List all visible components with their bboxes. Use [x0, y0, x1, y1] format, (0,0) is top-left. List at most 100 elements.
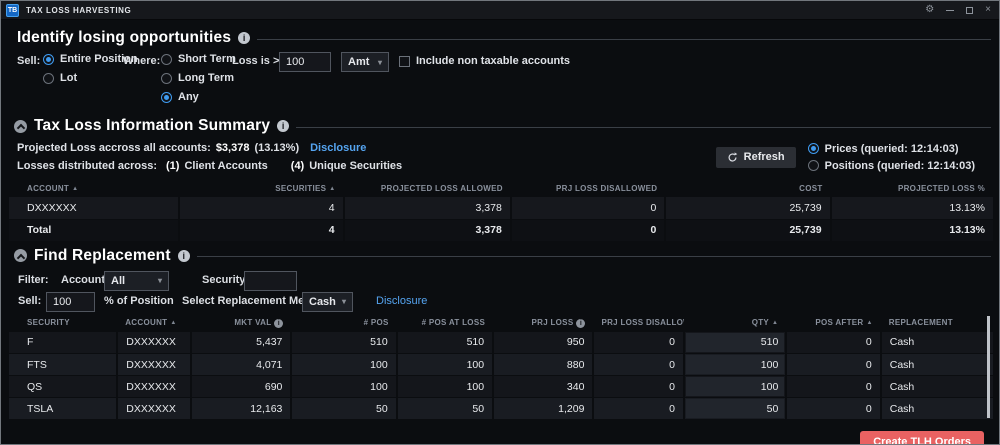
col-securities[interactable]: SECURITIES▲ [179, 180, 343, 197]
qty-input[interactable] [686, 399, 784, 418]
table-row[interactable]: F DXXXXXX 5,437 510 510 950 0 0 Cash [9, 332, 993, 354]
radio-label: Prices (queried: 12:14:03) [825, 143, 959, 155]
replacement-table-container: SECURITY ACCOUNT▲ MKT VALi # POS # POS A… [1, 314, 999, 421]
col-pos-after[interactable]: POS AFTER▲ [786, 314, 880, 332]
loss-threshold-input[interactable] [279, 52, 331, 72]
vertical-scrollbar[interactable] [987, 316, 990, 419]
pct-of-position-label: % of Position [104, 295, 174, 307]
radio-any[interactable]: Any [161, 91, 199, 103]
col-num-pos[interactable]: # POS [291, 314, 396, 332]
cell-pos-after: 0 [786, 332, 880, 354]
radio-prices-queried[interactable]: Prices (queried: 12:14:03) [808, 143, 975, 155]
cell-security: F [9, 332, 117, 354]
loss-unit-value: Amt [348, 56, 369, 68]
cell-account: DXXXXXX [117, 398, 191, 420]
col-label: PRJ LOSS DISALLOWED [601, 318, 684, 327]
table-row[interactable]: QS DXXXXXX 690 100 100 340 0 0 Cash [9, 376, 993, 398]
replacement-method-select[interactable]: Cash ▾ [302, 292, 353, 312]
cell-prj-loss-disallowed: 0 [511, 197, 665, 219]
col-label: PRJ LOSS [531, 318, 573, 327]
replacement-disclosure-link[interactable]: Disclosure [376, 295, 427, 307]
col-prj-loss-disallowed[interactable]: PRJ LOSS DISALLOWEDi [593, 314, 684, 332]
col-replacement[interactable]: REPLACEMENT [881, 314, 993, 332]
summary-section-header: Tax Loss Information Summary i [1, 117, 999, 135]
col-label: POS AFTER [815, 318, 863, 327]
qty-input[interactable] [686, 377, 784, 396]
cell-qty [684, 398, 786, 420]
app-logo: TB [6, 4, 19, 17]
projected-loss-line: Projected Loss accross all accounts: $3,… [17, 142, 402, 154]
accounts-select[interactable]: All ▾ [104, 271, 169, 291]
col-prj-loss[interactable]: PRJ LOSSi [493, 314, 593, 332]
cell-projected-loss-pct-total: 13.13% [831, 219, 993, 241]
divider [296, 127, 991, 128]
info-icon[interactable]: i [576, 319, 585, 328]
col-label: SECURITIES [275, 184, 326, 193]
col-security[interactable]: SECURITY [9, 314, 117, 332]
collapse-chevron-icon[interactable] [14, 120, 27, 133]
replacement-info-icon[interactable]: i [178, 250, 190, 262]
sell-pct-input[interactable] [46, 292, 95, 312]
cell-prj-loss-disallowed: 0 [593, 332, 684, 354]
summary-info-icon[interactable]: i [277, 120, 289, 132]
radio-short-term[interactable]: Short Term [161, 53, 236, 65]
minimize-icon[interactable] [946, 10, 954, 11]
maximize-icon[interactable] [966, 7, 973, 14]
security-input[interactable] [244, 271, 297, 291]
col-num-pos-at-loss[interactable]: # POS AT LOSS [397, 314, 493, 332]
replacement-table: SECURITY ACCOUNT▲ MKT VALi # POS # POS A… [9, 314, 993, 421]
radio-positions-queried[interactable]: Positions (queried: 12:14:03) [808, 160, 975, 172]
col-account[interactable]: ACCOUNT▲ [117, 314, 191, 332]
radio-icon [808, 160, 819, 171]
col-projected-loss-allowed[interactable]: PROJECTED LOSS ALLOWED [344, 180, 511, 197]
radio-selected-icon [43, 54, 54, 65]
summary-table-container: ACCOUNT▲ SECURITIES▲ PROJECTED LOSS ALLO… [1, 180, 999, 242]
distributed-label: Losses distributed across: [17, 160, 157, 172]
cell-mkt-val: 12,163 [191, 398, 291, 420]
radio-lot[interactable]: Lot [43, 72, 77, 84]
col-cost[interactable]: COST [665, 180, 830, 197]
summary-disclosure-link[interactable]: Disclosure [310, 142, 366, 154]
radio-label: Short Term [178, 53, 236, 65]
col-mkt-val[interactable]: MKT VALi [191, 314, 291, 332]
col-account[interactable]: ACCOUNT▲ [9, 180, 179, 197]
cell-num-pos-at-loss: 50 [397, 398, 493, 420]
summary-table-header-row: ACCOUNT▲ SECURITIES▲ PROJECTED LOSS ALLO… [9, 180, 993, 197]
cell-securities-total: 4 [179, 219, 343, 241]
projected-loss-value: $3,378 [216, 142, 250, 154]
query-radios: Prices (queried: 12:14:03) Positions (qu… [808, 143, 975, 172]
col-qty[interactable]: QTY▲ [684, 314, 786, 332]
radio-long-term[interactable]: Long Term [161, 72, 234, 84]
loss-unit-select[interactable]: Amt ▾ [341, 52, 389, 72]
info-icon[interactable]: i [274, 319, 283, 328]
summary-table: ACCOUNT▲ SECURITIES▲ PROJECTED LOSS ALLO… [9, 180, 993, 242]
refresh-icon [727, 152, 738, 163]
qty-input[interactable] [686, 355, 784, 374]
create-tlh-orders-button[interactable]: Create TLH Orders [860, 431, 984, 445]
table-row[interactable]: TSLA DXXXXXX 12,163 50 50 1,209 0 0 Cash [9, 398, 993, 420]
cell-prj-loss: 880 [493, 354, 593, 376]
divider [257, 39, 991, 40]
table-row[interactable]: FTS DXXXXXX 4,071 100 100 880 0 0 Cash [9, 354, 993, 376]
col-prj-loss-disallowed[interactable]: PRJ LOSS DISALLOWED [511, 180, 665, 197]
cell-mkt-val: 5,437 [191, 332, 291, 354]
include-non-taxable-checkbox[interactable]: Include non taxable accounts [399, 55, 570, 67]
col-label: MKT VAL [234, 318, 271, 327]
where-label: Where: [123, 55, 160, 67]
refresh-button[interactable]: Refresh [716, 147, 796, 168]
sort-asc-icon: ▲ [772, 320, 778, 326]
summary-block: Projected Loss accross all accounts: $3,… [1, 135, 999, 172]
cell-cost-total: 25,739 [665, 219, 830, 241]
col-projected-loss-pct[interactable]: PROJECTED LOSS % [831, 180, 993, 197]
qty-input[interactable] [686, 333, 784, 352]
cell-num-pos: 50 [291, 398, 396, 420]
radio-selected-icon [161, 92, 172, 103]
cell-securities: 4 [179, 197, 343, 219]
identify-info-icon[interactable]: i [238, 32, 250, 44]
cell-qty [684, 332, 786, 354]
close-icon[interactable]: × [985, 5, 991, 15]
settings-gear-icon[interactable]: ⚙ [925, 5, 934, 15]
table-row[interactable]: DXXXXXX 4 3,378 0 25,739 13.13% [9, 197, 993, 219]
accounts-value: All [111, 275, 125, 287]
collapse-chevron-icon[interactable] [14, 249, 27, 262]
